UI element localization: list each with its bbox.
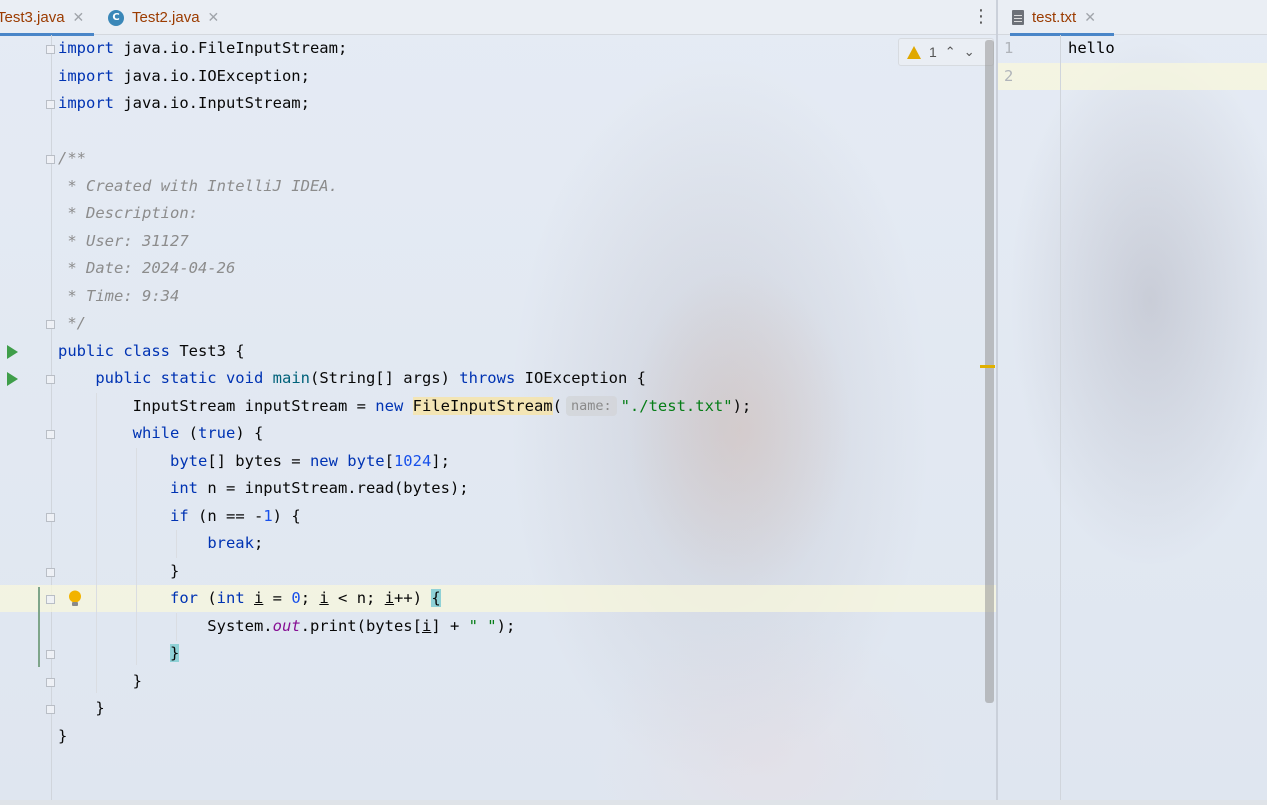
line-number: 2 [1004,67,1014,85]
code-line[interactable]: if (n == -1) { [58,503,301,530]
code-line[interactable]: int n = inputStream.read(bytes); [58,475,469,502]
code-line[interactable]: byte[] bytes = new byte[1024]; [58,448,450,475]
code-line[interactable]: import java.io.IOException; [58,63,310,90]
warning-icon [907,45,921,59]
tab-test3-java[interactable]: Test3.java ✕ [0,0,94,36]
code-line[interactable]: } [58,695,104,722]
code-line[interactable]: while (true) { [58,420,264,447]
doc-comment-line: /** [58,149,86,167]
close-icon[interactable]: ✕ [208,9,220,26]
code-line[interactable]: break; [58,530,263,557]
editor-tabbar: Test3.java ✕ C Test2.java ✕ ⋮ [0,0,997,36]
doc-comment-line: * Created with IntelliJ IDEA. [58,177,338,195]
text-line[interactable]: hello [1068,35,1115,62]
fold-marker[interactable] [46,430,55,439]
fold-marker[interactable] [46,678,55,687]
code-line[interactable]: } [58,723,67,750]
run-icon[interactable] [7,345,18,359]
status-strip [0,800,1267,805]
text-file-icon [1012,10,1024,25]
code-line[interactable]: } [58,640,180,667]
fold-marker[interactable] [46,320,55,329]
fold-marker[interactable] [46,568,55,577]
fold-marker[interactable] [46,375,55,384]
close-icon[interactable]: ✕ [1084,9,1096,26]
fold-marker[interactable] [46,155,55,164]
editor-pane-test3: Test3.java ✕ C Test2.java ✕ ⋮ import jav… [0,0,997,805]
code-line[interactable]: for (int i = 0; i < n; i++) { [58,585,441,612]
fold-marker[interactable] [46,650,55,659]
tab-test-txt[interactable]: test.txt ✕ [1010,0,1114,36]
fold-marker[interactable] [46,45,55,54]
fold-marker[interactable] [46,513,55,522]
inspection-widget[interactable]: 1 ⌃ ⌄ [898,38,994,66]
tab-label: Test2.java [132,9,200,26]
more-tabs-icon[interactable]: ⋮ [972,6,990,28]
current-line-highlight [998,63,1267,90]
chevron-up-icon[interactable]: ⌃ [945,44,956,60]
fold-marker[interactable] [46,595,55,604]
tab-label: Test3.java [0,9,65,26]
code-line[interactable]: public class Test3 { [58,338,245,365]
code-line[interactable]: } [58,668,142,695]
editor-tabbar: test.txt ✕ [998,0,1267,36]
vertical-scrollbar[interactable] [985,40,994,703]
tab-label: test.txt [1032,9,1077,26]
java-class-icon: C [108,9,124,26]
doc-comment-line: */ [58,314,86,332]
code-line[interactable]: import java.io.FileInputStream; [58,35,347,62]
parameter-hint: name: [565,396,617,416]
tab-test2-java[interactable]: C Test2.java ✕ [108,0,219,35]
doc-comment-line: * Description: [58,204,198,222]
chevron-down-icon[interactable]: ⌄ [964,44,975,60]
warning-stripe-marker[interactable] [980,365,995,368]
line-number: 1 [1004,39,1014,57]
fold-marker[interactable] [46,100,55,109]
doc-comment-line: * Date: 2024-04-26 [58,259,236,277]
code-line[interactable]: public static void main(String[] args) t… [58,365,646,392]
code-line[interactable]: import java.io.InputStream; [58,90,310,117]
fold-marker[interactable] [46,705,55,714]
code-line[interactable]: System.out.print(bytes[i] + " "); [58,613,515,640]
doc-comment-line: * Time: 9:34 [58,287,180,305]
gutter-divider [51,35,52,805]
gutter-divider [1060,35,1061,805]
vcs-change-marker [38,587,40,667]
run-icon[interactable] [7,372,18,386]
editor-pane-test-txt: test.txt ✕ 1 2 hello [998,0,1267,805]
close-icon[interactable]: ✕ [73,9,85,26]
code-line[interactable]: } [58,558,179,585]
doc-comment-line: * User: 31127 [58,232,189,250]
code-line[interactable]: InputStream inputStream = new FileInputS… [58,393,751,420]
warning-count: 1 [929,44,937,60]
